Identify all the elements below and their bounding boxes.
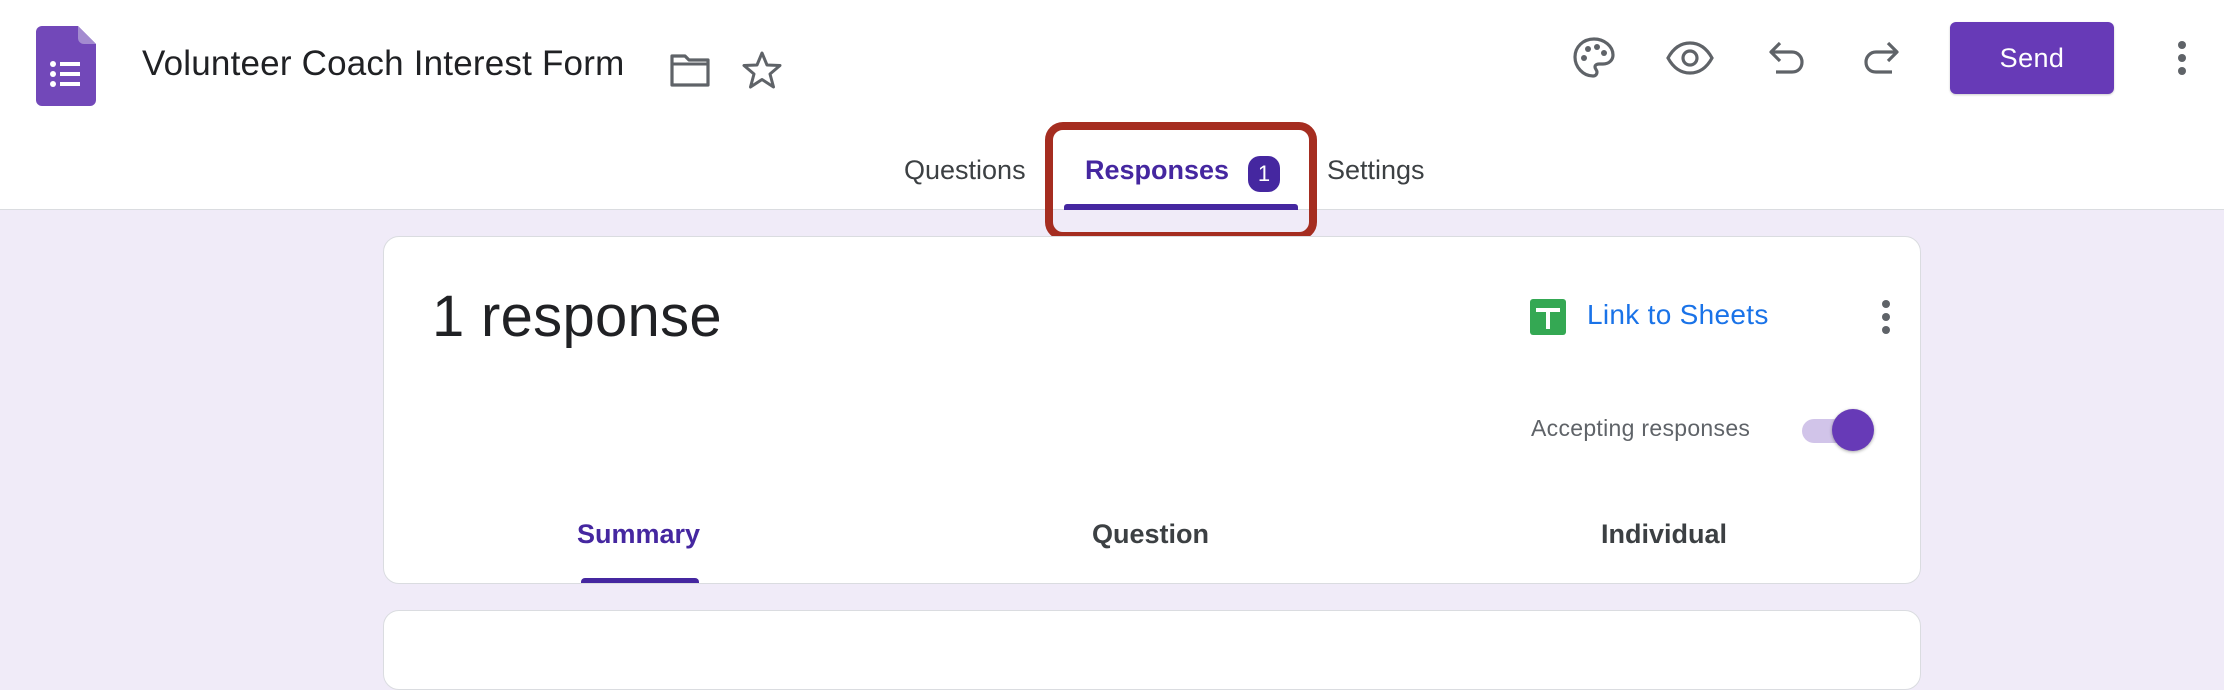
document-title[interactable]: Volunteer Coach Interest Form — [142, 44, 624, 84]
subtab-summary[interactable]: Summary — [577, 519, 700, 550]
star-icon[interactable] — [732, 40, 792, 100]
link-to-sheets-button[interactable]: Link to Sheets — [1587, 299, 1769, 331]
response-count-heading: 1 response — [432, 284, 722, 349]
response-detail-card — [383, 610, 1921, 690]
tab-questions[interactable]: Questions — [904, 150, 1026, 210]
folder-icon[interactable] — [660, 40, 720, 100]
accepting-responses-toggle[interactable] — [1798, 407, 1878, 455]
tab-settings[interactable]: Settings — [1327, 150, 1425, 210]
more-vert-icon[interactable] — [1856, 287, 1916, 347]
palette-icon[interactable] — [1564, 28, 1624, 88]
app-header: Volunteer Coach Interest Form Send Quest… — [0, 0, 2224, 240]
accepting-responses-label: Accepting responses — [1531, 415, 1751, 441]
more-vert-icon[interactable] — [2152, 28, 2212, 88]
send-button[interactable]: Send — [1950, 22, 2114, 94]
responses-summary-card: 1 response Link to Sheets Accepting resp… — [383, 236, 1921, 584]
toggle-thumb — [1832, 409, 1874, 451]
subtab-individual[interactable]: Individual — [1601, 519, 1727, 550]
redo-icon[interactable] — [1852, 28, 1912, 88]
undo-icon[interactable] — [1756, 28, 1816, 88]
active-subtab-indicator — [581, 578, 699, 583]
eye-icon[interactable] — [1660, 28, 1720, 88]
subtab-question[interactable]: Question — [1092, 519, 1209, 550]
google-sheets-icon[interactable] — [1530, 299, 1566, 340]
highlight-annotation-box — [1045, 122, 1317, 240]
forms-logo-icon[interactable] — [36, 26, 96, 106]
